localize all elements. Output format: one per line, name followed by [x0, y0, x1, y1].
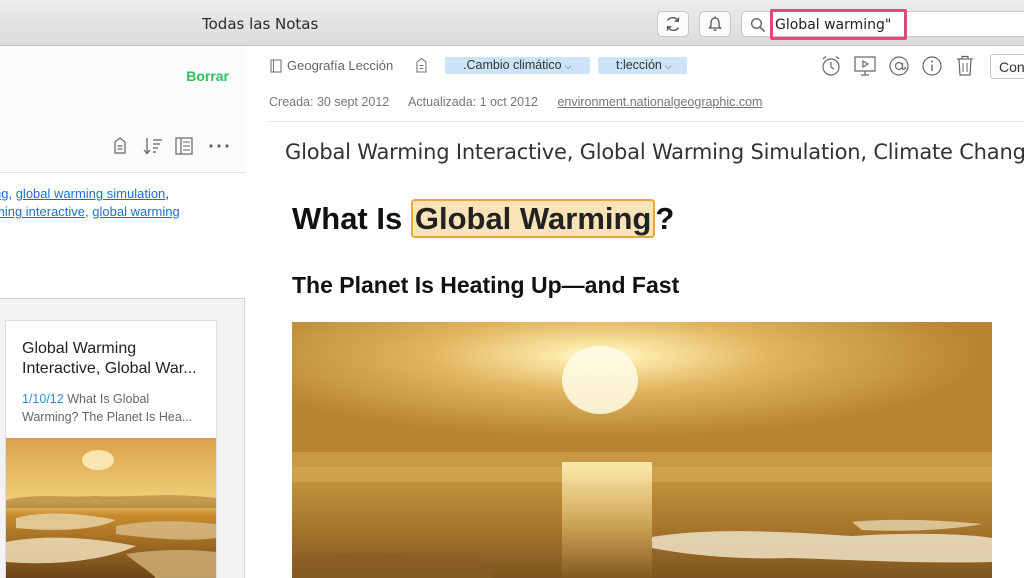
- sort-icon[interactable]: [142, 136, 164, 156]
- divider: [269, 121, 1024, 122]
- more-icon[interactable]: [208, 136, 230, 156]
- note-card-date: 1/10/12: [22, 392, 64, 406]
- updated-date: Actualizada: 1 oct 2012: [408, 95, 538, 109]
- note-subheading: The Planet Is Heating Up—and Fast: [292, 272, 680, 298]
- separator: ,: [165, 186, 169, 201]
- note-editor: Geografía Lección .Cambio climático ⌵ t:l…: [245, 46, 1024, 578]
- clear-search-button[interactable]: Borrar: [186, 68, 229, 84]
- evernote-window: Todas las Notas Global warming" Borrar g…: [0, 0, 1024, 578]
- titlebar: Todas las Notas Global warming": [0, 0, 1024, 46]
- note-card-thumbnail: [6, 438, 216, 578]
- note-card[interactable]: Global Warming Interactive, Global War..…: [5, 320, 217, 578]
- view-options-icon[interactable]: [174, 136, 194, 156]
- notebook-icon: [270, 58, 282, 73]
- notifications-button[interactable]: [699, 11, 731, 37]
- notebook-selector[interactable]: Geografía Lección: [270, 58, 393, 73]
- note-metadata: Creada: 30 sept 2012 Actualizada: 1 oct …: [269, 95, 778, 109]
- heading-text: What Is: [292, 201, 411, 236]
- note-title-field[interactable]: Global Warming Interactive, Global Warmi…: [285, 140, 1024, 164]
- tag-line-2: ming interactive, global warming: [0, 204, 180, 219]
- presentation-icon[interactable]: [853, 54, 877, 78]
- chevron-down-icon: ⌵: [564, 61, 572, 71]
- notebook-name: Geografía Lección: [287, 58, 394, 73]
- source-url-link[interactable]: environment.nationalgeographic.com: [557, 95, 762, 109]
- heading-text: ?: [655, 201, 675, 236]
- chevron-down-icon: ⌵: [664, 61, 672, 71]
- sync-button[interactable]: [657, 11, 689, 37]
- sync-icon: [666, 16, 680, 32]
- bell-icon: [708, 16, 722, 31]
- trash-icon[interactable]: [955, 54, 975, 78]
- search-match-highlight: Global Warming: [410, 199, 656, 238]
- created-date: Creada: 30 sept 2012: [269, 95, 390, 109]
- tag-link[interactable]: ming interactive: [0, 204, 85, 219]
- shortcut-icon[interactable]: [112, 136, 128, 156]
- tag-link[interactable]: global warming simulation: [16, 186, 166, 201]
- info-icon[interactable]: [921, 54, 943, 78]
- tag-chip[interactable]: .Cambio climático ⌵: [445, 57, 590, 74]
- tag-chip[interactable]: t:lección ⌵: [598, 57, 687, 74]
- search-tag-suggestions: ng, global warming simulation, ming inte…: [0, 173, 245, 299]
- note-card-snippet: 1/10/12 What Is Global Warming? The Plan…: [22, 390, 207, 426]
- reminder-icon[interactable]: [820, 54, 842, 78]
- tag-chip-label: t:lección: [616, 58, 662, 72]
- note-heading: What Is Global Warming?: [292, 199, 675, 238]
- search-highlight-annotation: [770, 9, 907, 40]
- tag-line-1: ng, global warming simulation,: [0, 186, 169, 201]
- note-list-panel: Borrar g, global warming simulation, min…: [0, 46, 245, 578]
- window-title: Todas las Notas: [202, 15, 319, 33]
- tag-link[interactable]: ng: [0, 186, 8, 201]
- share-button[interactable]: Con: [990, 54, 1024, 79]
- note-image[interactable]: [292, 322, 992, 578]
- search-icon: [750, 17, 766, 33]
- note-card-title: Global Warming Interactive, Global War..…: [22, 340, 197, 377]
- tag-chip-label: .Cambio climático: [463, 58, 562, 72]
- tag-icon[interactable]: [415, 57, 428, 74]
- list-header: Borrar: [0, 46, 245, 173]
- at-sign-icon[interactable]: [888, 54, 910, 78]
- tag-link[interactable]: global warming: [92, 204, 179, 219]
